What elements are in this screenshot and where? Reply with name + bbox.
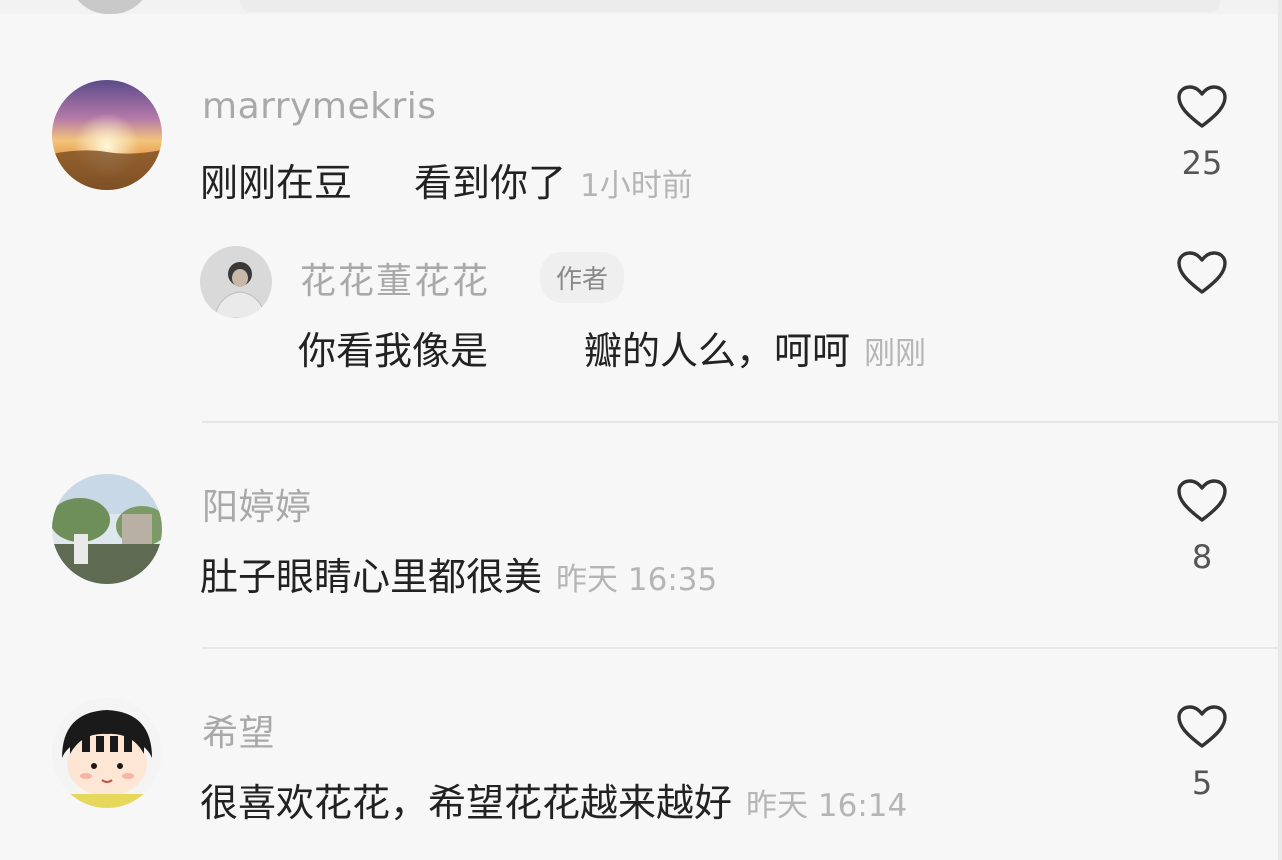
reply-text-part: 瓣的人么，呵呵 xyxy=(584,329,851,373)
previous-comment-bar-edge xyxy=(240,0,1220,12)
cartoon-girl-avatar xyxy=(52,698,162,808)
reply-username[interactable]: 花花董花花 xyxy=(300,252,490,304)
reply-text-part: 你看我像是 xyxy=(298,329,489,373)
heart-outline-icon xyxy=(1177,479,1227,522)
comment-text-part: 肚子眼睛心里都很美 xyxy=(200,555,543,599)
previous-avatar-edge xyxy=(68,0,152,14)
reply-time: 刚刚 xyxy=(864,336,927,372)
avatar[interactable] xyxy=(52,80,162,190)
comment-text-part: 刚刚在豆 xyxy=(200,161,353,205)
person-photo-avatar xyxy=(200,246,272,318)
like-button[interactable]: 5 xyxy=(1172,704,1232,802)
comment-username[interactable]: marrymekris xyxy=(202,86,437,127)
comment-time: 昨天 16:14 xyxy=(746,788,908,824)
comment-text-part: 看到你了 xyxy=(414,161,567,205)
heart-outline-icon xyxy=(1177,705,1227,748)
comment-text-part: 很喜欢花花，希望花花越来越好 xyxy=(200,781,733,825)
comment-text: 刚刚在豆 看到你了 1小时前 xyxy=(200,152,693,207)
like-count: 5 xyxy=(1191,764,1213,802)
comment-username[interactable]: 阳婷婷 xyxy=(202,478,312,530)
like-count: 25 xyxy=(1181,144,1223,182)
comment-time: 1小时前 xyxy=(580,168,693,204)
reply-avatar[interactable] xyxy=(200,246,272,318)
author-badge: 作者 xyxy=(540,252,625,303)
heart-outline-icon xyxy=(1177,251,1227,294)
reply-text: 你看我像是 瓣的人么，呵呵 刚刚 xyxy=(298,320,926,375)
divider xyxy=(202,647,1282,649)
avatar[interactable] xyxy=(52,698,162,808)
screen-edge xyxy=(1278,0,1282,860)
previous-comment-edge xyxy=(0,0,1282,14)
avatar[interactable] xyxy=(52,474,162,584)
outdoor-photo-avatar xyxy=(52,474,162,584)
comment-text: 很喜欢花花，希望花花越来越好 昨天 16:14 xyxy=(200,772,907,827)
comment-username[interactable]: 希望 xyxy=(202,704,275,756)
divider xyxy=(202,421,1282,423)
like-count: 8 xyxy=(1191,538,1213,576)
heart-outline-icon xyxy=(1177,85,1227,128)
like-button[interactable]: 25 xyxy=(1172,84,1232,182)
like-button[interactable]: 8 xyxy=(1172,478,1232,576)
like-button[interactable] xyxy=(1172,250,1232,296)
comment-text: 肚子眼睛心里都很美 昨天 16:35 xyxy=(200,546,717,601)
sunset-avatar-image xyxy=(52,80,162,190)
comment-time: 昨天 16:35 xyxy=(556,562,718,598)
